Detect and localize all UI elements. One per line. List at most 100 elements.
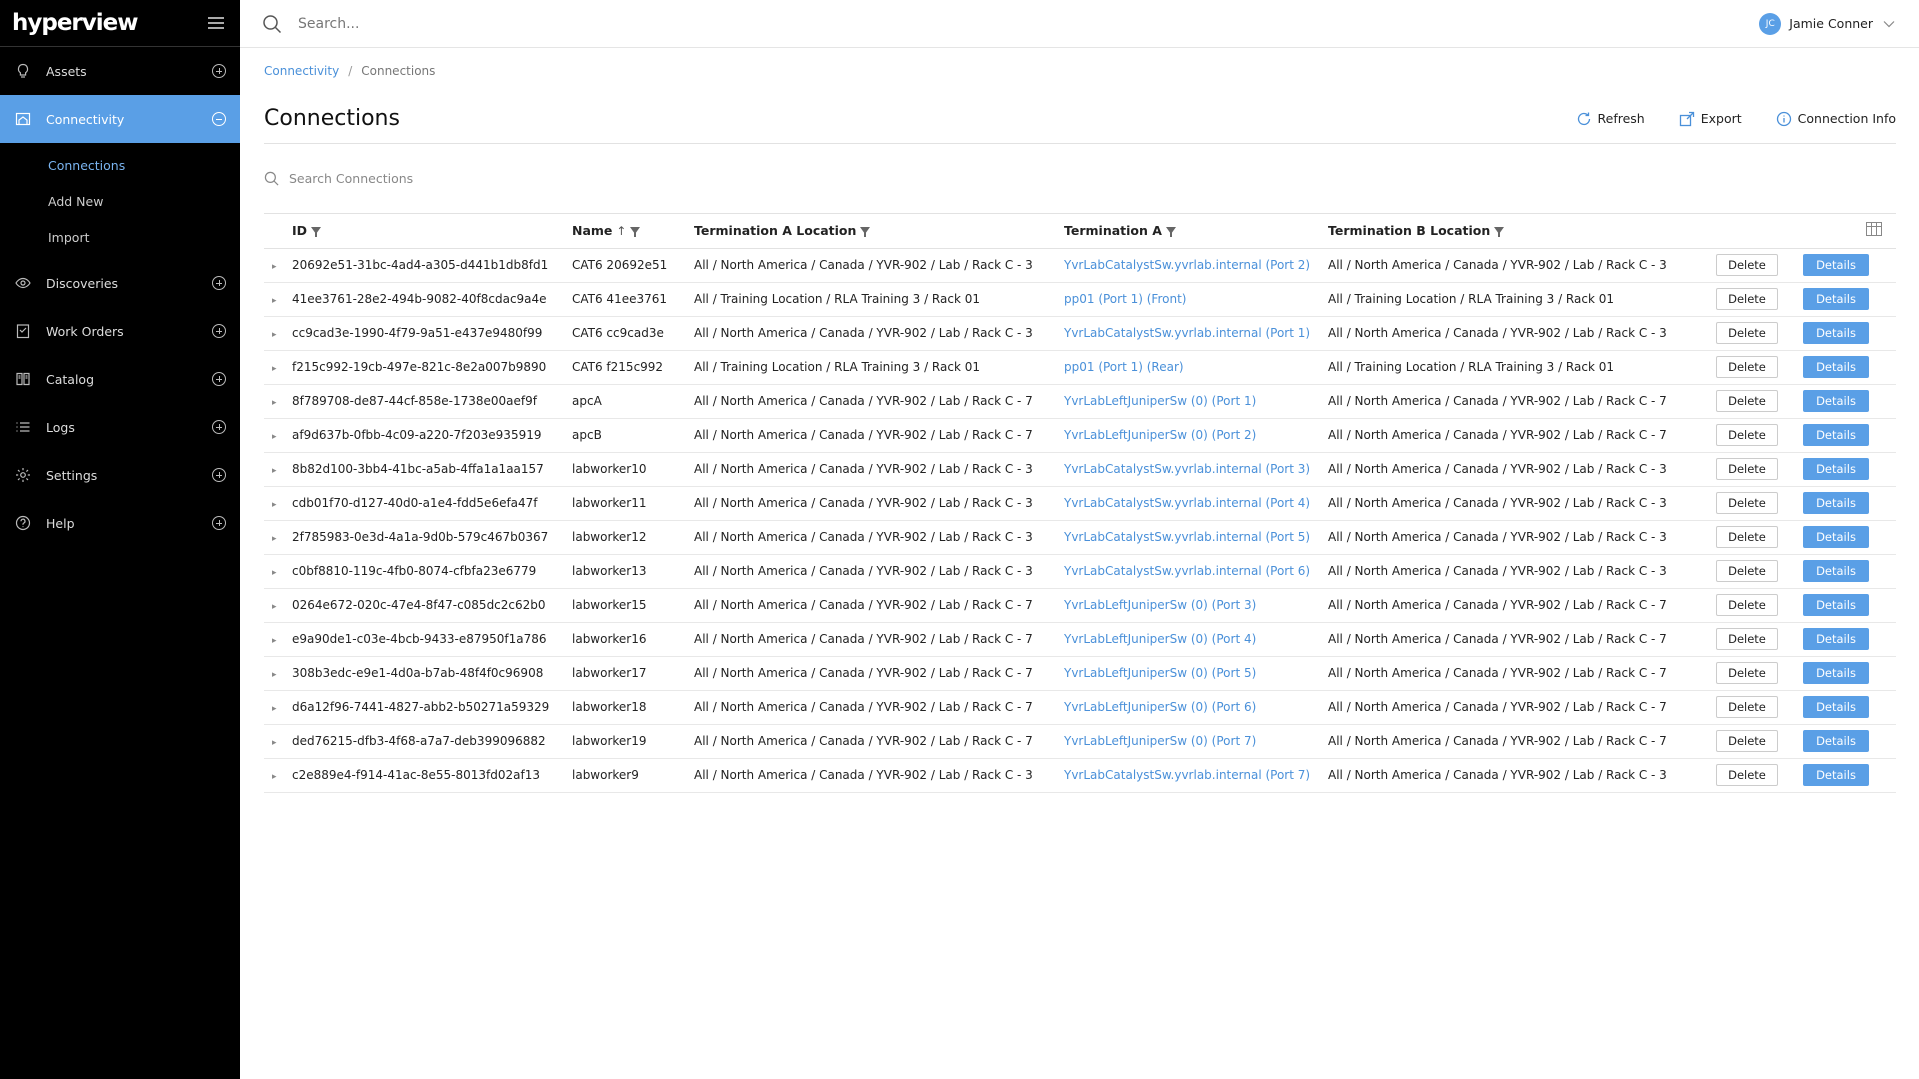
filter-icon[interactable] <box>860 227 871 238</box>
sidebar-item-connectivity[interactable]: Connectivity <box>0 95 240 143</box>
chevron-right-icon[interactable]: ▸ <box>264 262 277 272</box>
expand-icon[interactable] <box>212 516 226 530</box>
column-header-id[interactable]: ID <box>292 214 572 249</box>
delete-button[interactable]: Delete <box>1716 560 1778 582</box>
sidebar-item-assets[interactable]: Assets <box>0 47 240 95</box>
sort-asc-icon[interactable]: ↑ <box>616 224 626 238</box>
row-expander[interactable]: ▸ <box>264 248 292 283</box>
details-button[interactable]: Details <box>1803 458 1869 480</box>
details-button[interactable]: Details <box>1803 356 1869 378</box>
expand-icon[interactable] <box>212 324 226 338</box>
details-button[interactable]: Details <box>1803 254 1869 276</box>
filter-icon[interactable] <box>311 227 322 238</box>
table-row[interactable]: ▸ 0264e672-020c-47e4-8f47-c085dc2c62b0 lab… <box>264 588 1896 623</box>
chevron-right-icon[interactable]: ▸ <box>264 670 277 680</box>
delete-button[interactable]: Delete <box>1716 390 1778 412</box>
export-button[interactable]: Export <box>1679 111 1742 127</box>
row-expander[interactable]: ▸ <box>264 554 292 589</box>
termination-a-link[interactable]: YvrLabLeftJuniperSw (0) (Port 7) <box>1064 734 1256 748</box>
delete-button[interactable]: Delete <box>1716 288 1778 310</box>
details-button[interactable]: Details <box>1803 764 1869 786</box>
termination-a-link[interactable]: YvrLabCatalystSw.yvrlab.internal (Port 3… <box>1064 462 1310 476</box>
delete-button[interactable]: Delete <box>1716 730 1778 752</box>
delete-button[interactable]: Delete <box>1716 594 1778 616</box>
table-row[interactable]: ▸ 41ee3761-28e2-494b-9082-40f8cdac9a4e CAT… <box>264 282 1896 317</box>
termination-a-link[interactable]: YvrLabCatalystSw.yvrlab.internal (Port 5… <box>1064 530 1310 544</box>
chevron-right-icon[interactable]: ▸ <box>264 704 277 714</box>
row-expander[interactable]: ▸ <box>264 384 292 419</box>
details-button[interactable]: Details <box>1803 594 1869 616</box>
chevron-right-icon[interactable]: ▸ <box>264 636 277 646</box>
sidebar-subitem-connections[interactable]: Connections <box>0 147 240 183</box>
table-row[interactable]: ▸ 2f785983-0e3d-4a1a-9d0b-579c467b0367 lab… <box>264 520 1896 555</box>
column-header-termination-a[interactable]: Termination A <box>1064 214 1328 249</box>
table-row[interactable]: ▸ 20692e51-31bc-4ad4-a305-d441b1db8fd1 CAT… <box>264 248 1896 283</box>
sidebar-item-help[interactable]: Help <box>0 499 240 547</box>
table-row[interactable]: ▸ 8b82d100-3bb4-41bc-a5ab-4ffa1a1aa157 lab… <box>264 452 1896 487</box>
table-row[interactable]: ▸ c2e889e4-f914-41ac-8e55-8013fd02af13 lab… <box>264 758 1896 793</box>
termination-a-link[interactable]: YvrLabLeftJuniperSw (0) (Port 4) <box>1064 632 1256 646</box>
chevron-right-icon[interactable]: ▸ <box>264 296 277 306</box>
sidebar-item-work-orders[interactable]: Work Orders <box>0 307 240 355</box>
table-row[interactable]: ▸ c0bf8810-119c-4fb0-8074-cfbfa23e6779 lab… <box>264 554 1896 589</box>
termination-a-link[interactable]: YvrLabLeftJuniperSw (0) (Port 1) <box>1064 394 1256 408</box>
column-header-termination-a-location[interactable]: Termination A Location <box>694 214 1064 249</box>
chevron-right-icon[interactable]: ▸ <box>264 772 277 782</box>
chevron-right-icon[interactable]: ▸ <box>264 466 277 476</box>
row-expander[interactable]: ▸ <box>264 316 292 351</box>
chevron-right-icon[interactable]: ▸ <box>264 364 277 374</box>
column-header-name[interactable]: Name ↑ <box>572 214 694 249</box>
termination-a-link[interactable]: YvrLabCatalystSw.yvrlab.internal (Port 1… <box>1064 326 1310 340</box>
expand-icon[interactable] <box>212 372 226 386</box>
details-button[interactable]: Details <box>1803 492 1869 514</box>
details-button[interactable]: Details <box>1803 696 1869 718</box>
expand-icon[interactable] <box>212 420 226 434</box>
sidebar-item-discoveries[interactable]: Discoveries <box>0 259 240 307</box>
hamburger-menu-icon[interactable] <box>208 17 224 29</box>
sidebar-item-logs[interactable]: Logs <box>0 403 240 451</box>
sidebar-subitem-add-new[interactable]: Add New <box>0 183 240 219</box>
expand-icon[interactable] <box>212 64 226 78</box>
sidebar-subitem-import[interactable]: Import <box>0 219 240 255</box>
user-menu[interactable]: JC Jamie Conner <box>1759 12 1895 35</box>
expand-icon[interactable] <box>212 468 226 482</box>
table-row[interactable]: ▸ cc9cad3e-1990-4f79-9a51-e437e9480f99 CAT… <box>264 316 1896 351</box>
details-button[interactable]: Details <box>1803 390 1869 412</box>
details-button[interactable]: Details <box>1803 288 1869 310</box>
chevron-right-icon[interactable]: ▸ <box>264 738 277 748</box>
chevron-right-icon[interactable]: ▸ <box>264 602 277 612</box>
termination-a-link[interactable]: YvrLabCatalystSw.yvrlab.internal (Port 6… <box>1064 564 1310 578</box>
column-chooser-icon[interactable] <box>1866 222 1882 237</box>
hyperview-logo[interactable]: hyperview <box>12 10 138 36</box>
row-expander[interactable]: ▸ <box>264 758 292 793</box>
row-expander[interactable]: ▸ <box>264 690 292 725</box>
chevron-right-icon[interactable]: ▸ <box>264 432 277 442</box>
row-expander[interactable]: ▸ <box>264 588 292 623</box>
delete-button[interactable]: Delete <box>1716 764 1778 786</box>
delete-button[interactable]: Delete <box>1716 322 1778 344</box>
details-button[interactable]: Details <box>1803 628 1869 650</box>
global-search-input[interactable] <box>298 15 898 32</box>
termination-a-link[interactable]: pp01 (Port 1) (Rear) <box>1064 360 1184 374</box>
delete-button[interactable]: Delete <box>1716 696 1778 718</box>
refresh-button[interactable]: Refresh <box>1576 111 1645 127</box>
details-button[interactable]: Details <box>1803 424 1869 446</box>
collapse-icon[interactable] <box>212 112 226 126</box>
delete-button[interactable]: Delete <box>1716 356 1778 378</box>
termination-a-link[interactable]: YvrLabCatalystSw.yvrlab.internal (Port 7… <box>1064 768 1310 782</box>
filter-icon[interactable] <box>1165 227 1176 238</box>
table-row[interactable]: ▸ ded76215-dfb3-4f68-a7a7-deb399096882 lab… <box>264 724 1896 759</box>
filter-icon[interactable] <box>630 227 641 238</box>
chevron-right-icon[interactable]: ▸ <box>264 500 277 510</box>
delete-button[interactable]: Delete <box>1716 628 1778 650</box>
sidebar-item-settings[interactable]: Settings <box>0 451 240 499</box>
termination-a-link[interactable]: YvrLabCatalystSw.yvrlab.internal (Port 4… <box>1064 496 1310 510</box>
termination-a-link[interactable]: YvrLabLeftJuniperSw (0) (Port 5) <box>1064 666 1256 680</box>
filter-icon[interactable] <box>1494 227 1505 238</box>
chevron-right-icon[interactable]: ▸ <box>264 398 277 408</box>
row-expander[interactable]: ▸ <box>264 452 292 487</box>
table-row[interactable]: ▸ cdb01f70-d127-40d0-a1e4-fdd5e6efa47f lab… <box>264 486 1896 521</box>
row-expander[interactable]: ▸ <box>264 520 292 555</box>
details-button[interactable]: Details <box>1803 526 1869 548</box>
chevron-right-icon[interactable]: ▸ <box>264 568 277 578</box>
